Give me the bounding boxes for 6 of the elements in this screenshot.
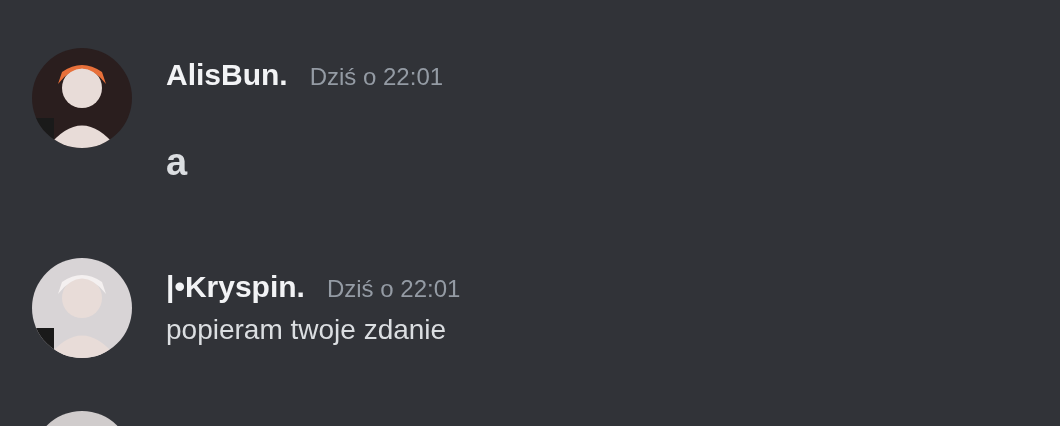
message-text: popieram twoje zdanie (166, 313, 448, 347)
username[interactable]: |•Kryspin. (166, 270, 305, 304)
username[interactable]: AlisBun. (166, 58, 288, 92)
timestamp: Dziś o 22:01 (326, 275, 461, 303)
message-text: a (166, 142, 189, 182)
timestamp: Dziś o 22:01 (309, 63, 444, 91)
